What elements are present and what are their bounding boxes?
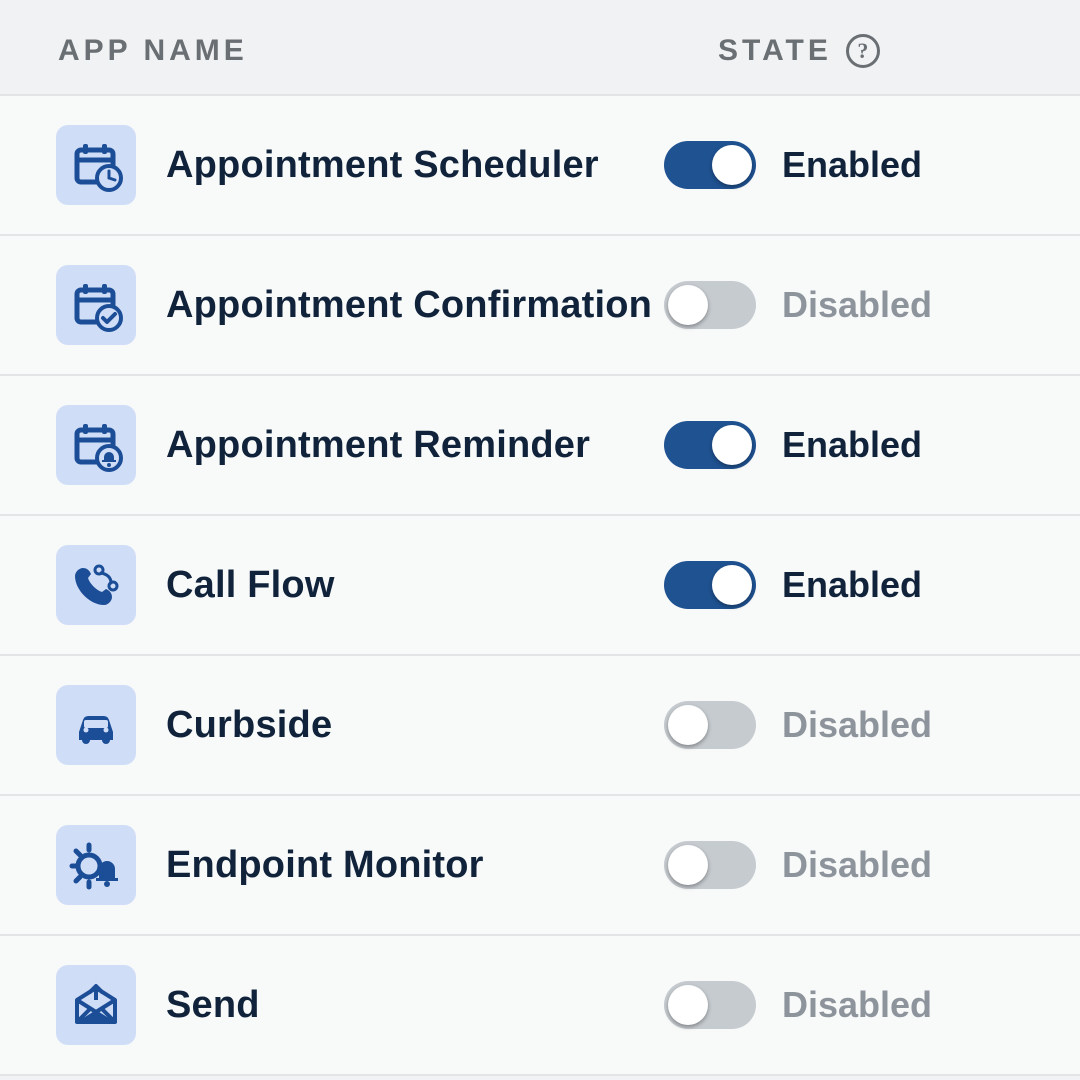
toggle-knob	[712, 425, 752, 465]
state-toggle[interactable]	[664, 701, 756, 749]
state-label: Disabled	[782, 284, 932, 326]
help-icon[interactable]: ?	[846, 34, 880, 68]
app-icon-tile	[56, 825, 136, 905]
app-icon-tile	[56, 405, 136, 485]
app-icon-tile	[56, 125, 136, 205]
state-cell: Disabled	[664, 701, 932, 749]
mail-send-icon	[69, 978, 123, 1032]
state-cell: Disabled	[664, 841, 932, 889]
gear-bell-icon	[69, 838, 123, 892]
state-cell: Enabled	[664, 421, 922, 469]
app-name-label: Endpoint Monitor	[136, 844, 664, 887]
state-label: Disabled	[782, 704, 932, 746]
calendar-clock-icon	[69, 138, 123, 192]
state-toggle[interactable]	[664, 841, 756, 889]
state-toggle[interactable]	[664, 141, 756, 189]
app-icon-tile	[56, 965, 136, 1045]
app-name-label: Appointment Scheduler	[136, 144, 664, 187]
app-name-label: Curbside	[136, 704, 664, 747]
phone-flow-icon	[69, 558, 123, 612]
state-cell: Disabled	[664, 981, 932, 1029]
state-label: Disabled	[782, 844, 932, 886]
app-icon-tile	[56, 545, 136, 625]
state-toggle[interactable]	[664, 281, 756, 329]
toggle-knob	[668, 845, 708, 885]
app-name-label: Send	[136, 984, 664, 1027]
calendar-check-icon	[69, 278, 123, 332]
column-header-state: STATE ?	[718, 34, 880, 68]
state-label: Enabled	[782, 424, 922, 466]
table-row: Curbside Disabled	[0, 656, 1080, 796]
table-row: Call Flow Enabled	[0, 516, 1080, 656]
state-toggle[interactable]	[664, 561, 756, 609]
column-header-state-label: STATE	[718, 34, 832, 68]
state-toggle[interactable]	[664, 421, 756, 469]
calendar-bell-icon	[69, 418, 123, 472]
table-row: Endpoint Monitor Disabled	[0, 796, 1080, 936]
table-row: Send Disabled	[0, 936, 1080, 1076]
state-label: Enabled	[782, 144, 922, 186]
toggle-knob	[712, 145, 752, 185]
table-row: Appointment Confirmation Disabled	[0, 236, 1080, 376]
app-list-panel: APP NAME STATE ? Appointment Scheduler E…	[0, 0, 1080, 1080]
app-name-label: Call Flow	[136, 564, 664, 607]
app-name-label: Appointment Reminder	[136, 424, 664, 467]
state-cell: Enabled	[664, 561, 922, 609]
table-row: Appointment Scheduler Enabled	[0, 96, 1080, 236]
state-toggle[interactable]	[664, 981, 756, 1029]
table-header: APP NAME STATE ?	[0, 0, 1080, 96]
toggle-knob	[712, 565, 752, 605]
state-label: Disabled	[782, 984, 932, 1026]
app-name-label: Appointment Confirmation	[136, 284, 664, 327]
toggle-knob	[668, 285, 708, 325]
car-icon	[69, 698, 123, 752]
app-rows: Appointment Scheduler Enabled Appointmen…	[0, 96, 1080, 1076]
state-label: Enabled	[782, 564, 922, 606]
table-row: Appointment Reminder Enabled	[0, 376, 1080, 516]
toggle-knob	[668, 705, 708, 745]
column-header-appname: APP NAME	[58, 34, 718, 68]
state-cell: Enabled	[664, 141, 922, 189]
state-cell: Disabled	[664, 281, 932, 329]
toggle-knob	[668, 985, 708, 1025]
app-icon-tile	[56, 265, 136, 345]
app-icon-tile	[56, 685, 136, 765]
